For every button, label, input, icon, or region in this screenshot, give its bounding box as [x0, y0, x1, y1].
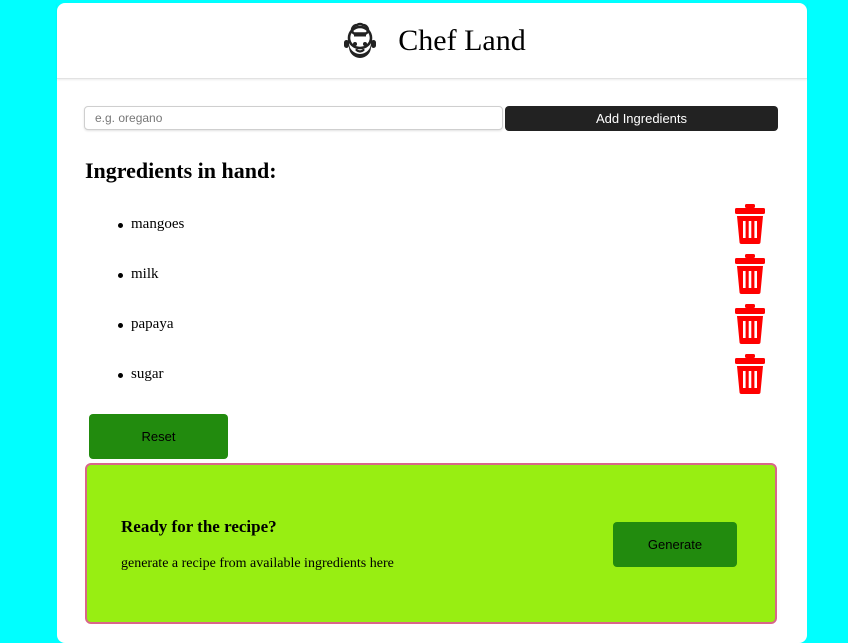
recipe-panel: Ready for the recipe? generate a recipe … — [85, 463, 777, 624]
list-item: sugar — [57, 350, 807, 400]
ingredient-input[interactable] — [84, 106, 503, 130]
app-title: Chef Land — [398, 23, 526, 57]
ingredient-name: sugar — [131, 366, 164, 382]
ingredient-name: milk — [131, 266, 159, 282]
delete-ingredient-button[interactable] — [734, 254, 766, 294]
main-card: Chef Land Add Ingredients Ingredients in… — [57, 3, 807, 643]
generate-button[interactable]: Generate — [613, 522, 737, 567]
delete-ingredient-button[interactable] — [734, 354, 766, 394]
ingredient-list: mangoes milk papaya sugar — [57, 200, 807, 400]
bullet — [118, 323, 123, 328]
add-ingredients-button[interactable]: Add Ingredients — [505, 106, 778, 131]
trash-icon — [735, 204, 765, 244]
list-item: mangoes — [57, 200, 807, 250]
recipe-panel-title: Ready for the recipe? — [121, 517, 277, 536]
recipe-panel-description: generate a recipe from available ingredi… — [121, 556, 394, 571]
list-item: papaya — [57, 300, 807, 350]
delete-ingredient-button[interactable] — [734, 204, 766, 244]
delete-ingredient-button[interactable] — [734, 304, 766, 344]
reset-button[interactable]: Reset — [89, 414, 228, 459]
ingredients-heading: Ingredients in hand: — [85, 158, 277, 183]
ingredient-name: mangoes — [131, 216, 185, 232]
list-item: milk — [57, 250, 807, 300]
bullet — [118, 273, 123, 278]
bullet — [118, 373, 123, 378]
trash-icon — [735, 354, 765, 394]
app-header: Chef Land — [57, 3, 807, 79]
trash-icon — [735, 304, 765, 344]
chef-icon — [338, 19, 382, 63]
trash-icon — [735, 254, 765, 294]
bullet — [118, 223, 123, 228]
ingredient-name: papaya — [131, 316, 174, 332]
